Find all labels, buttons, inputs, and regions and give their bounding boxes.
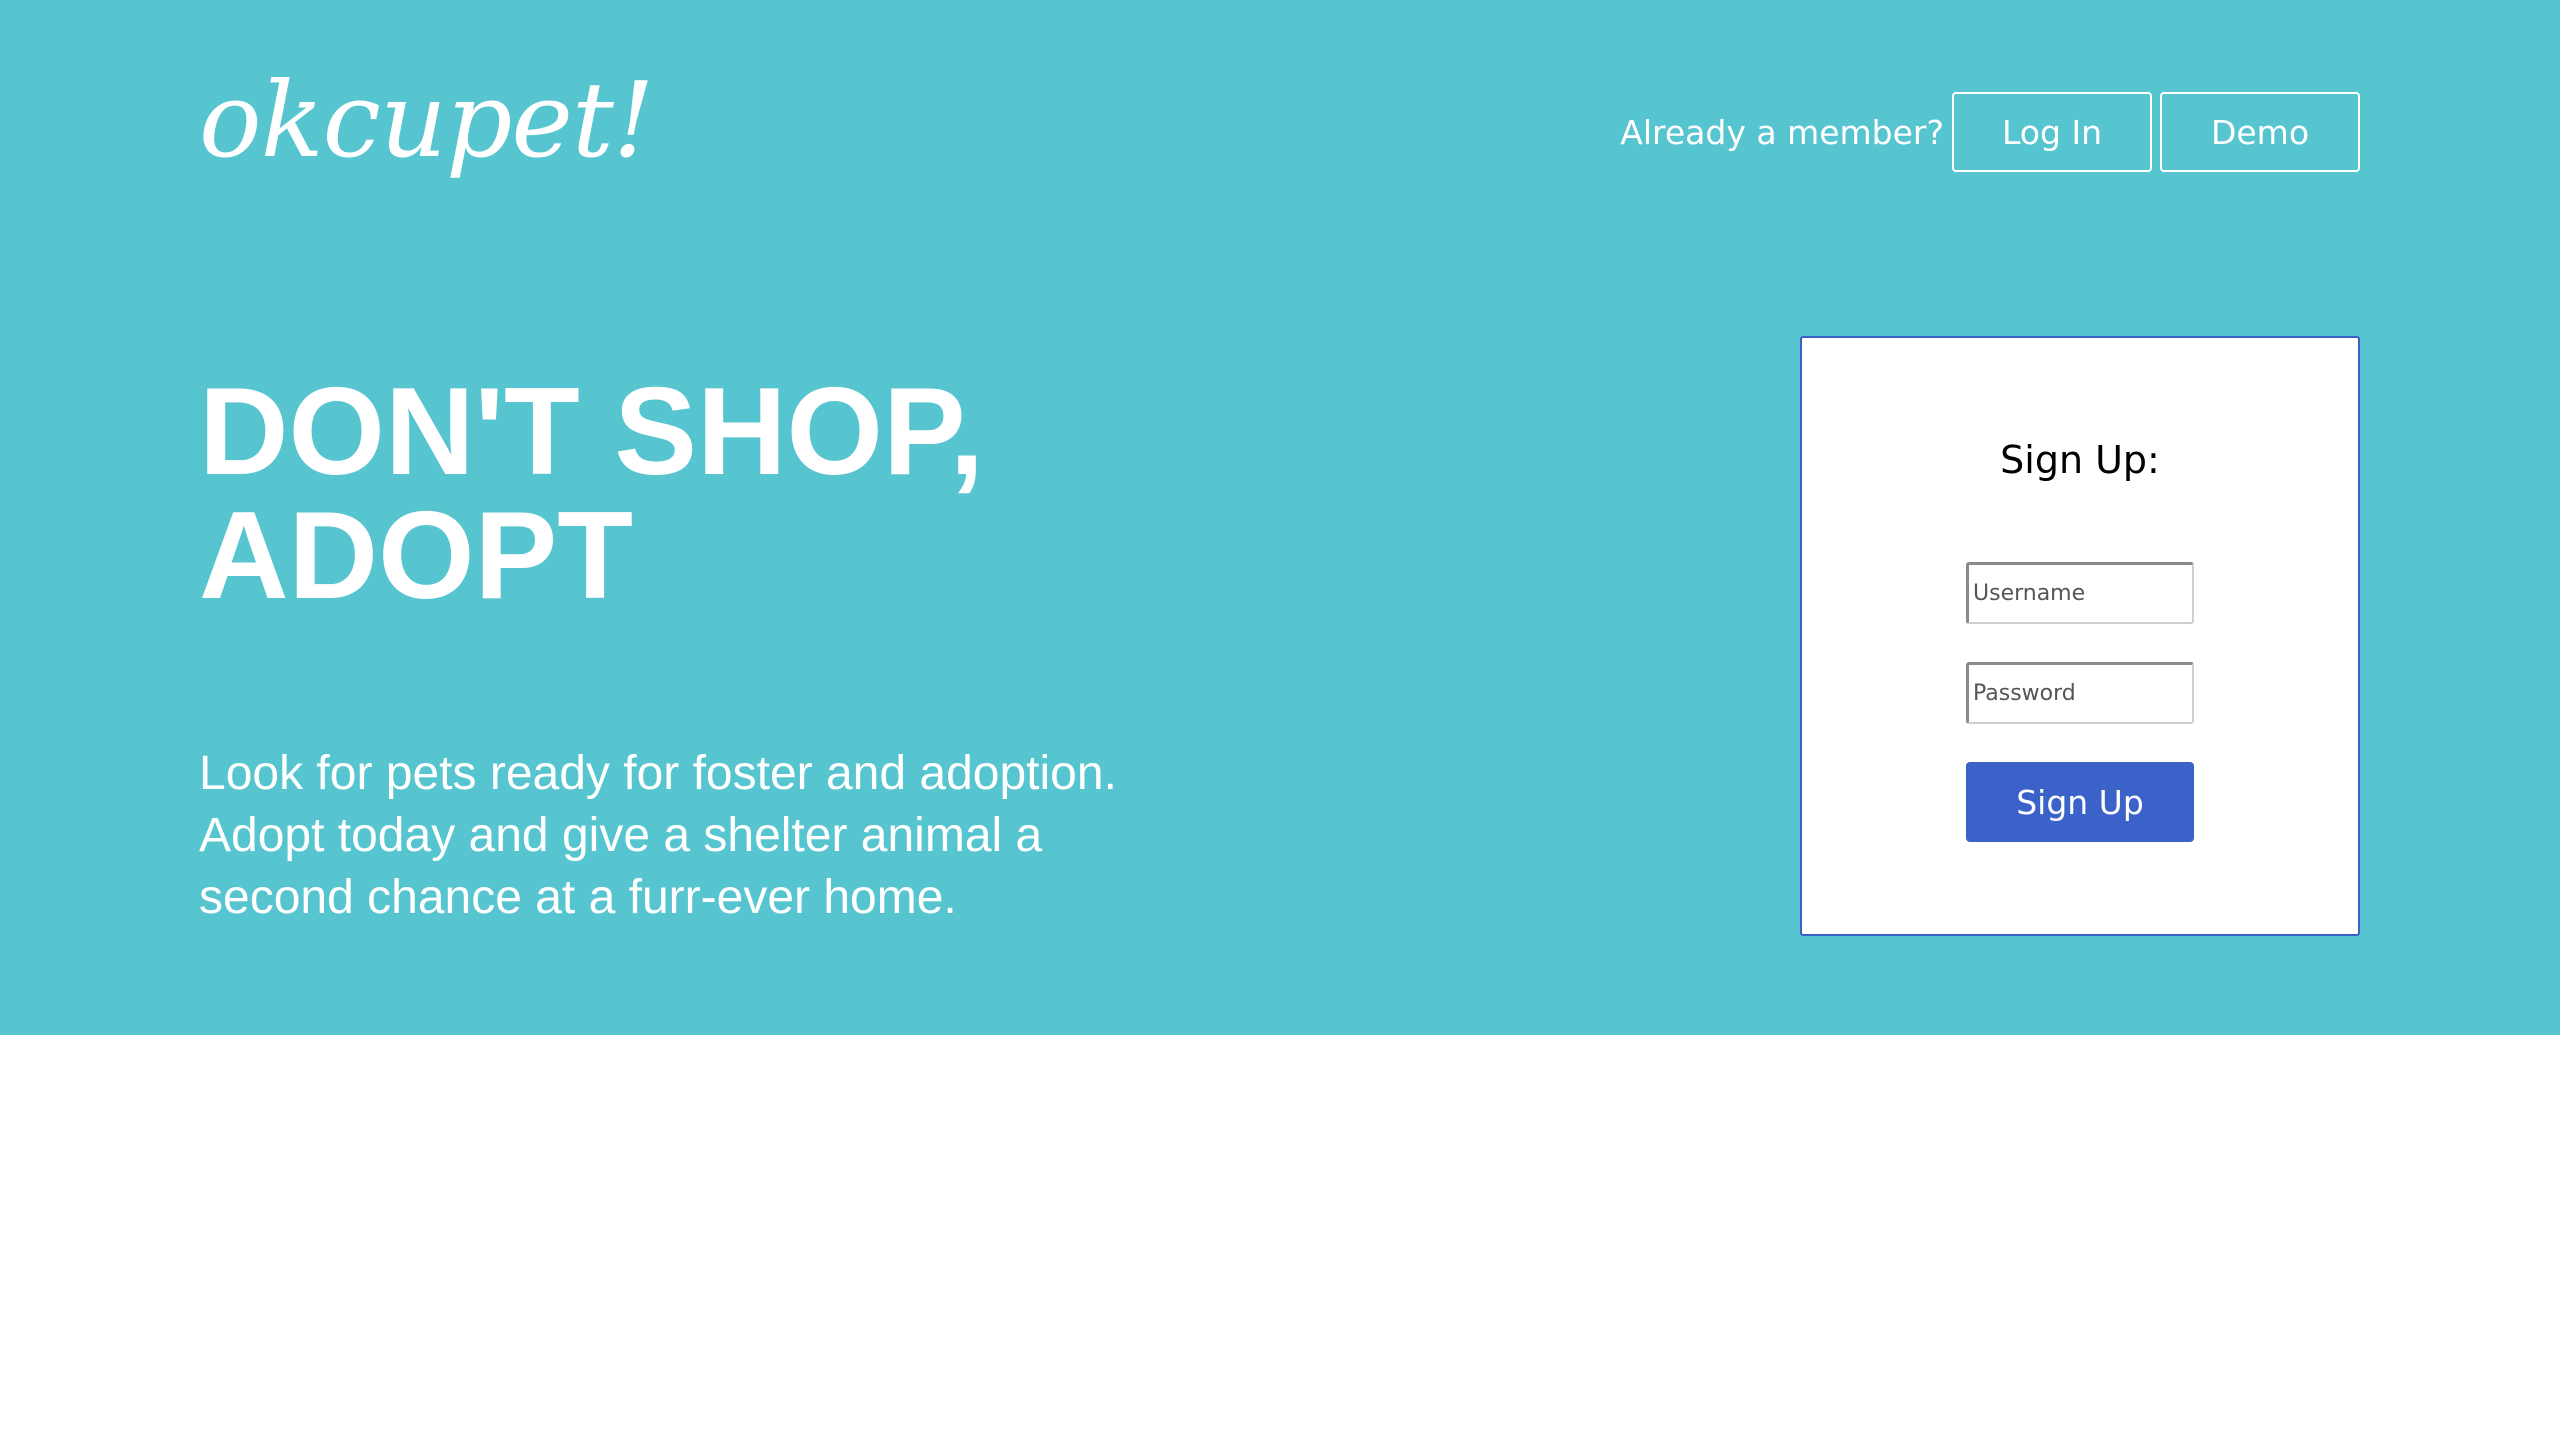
password-input[interactable]: [1966, 662, 2194, 724]
login-button[interactable]: Log In: [1952, 92, 2152, 172]
header-nav: Already a member? Log In Demo: [1620, 92, 2360, 172]
signup-title: Sign Up:: [2000, 438, 2160, 482]
hero-tagline: Look for pets ready for foster and adopt…: [199, 747, 1117, 924]
member-prompt: Already a member?: [1620, 112, 1944, 152]
hero-headline: DON'T SHOP, ADOPT: [199, 370, 1199, 618]
demo-button[interactable]: Demo: [2160, 92, 2360, 172]
hero-section: okcupet! Already a member? Log In Demo D…: [0, 0, 2560, 1035]
signup-button[interactable]: Sign Up: [1966, 762, 2194, 842]
logo[interactable]: okcupet!: [199, 60, 655, 180]
headline-line-1: DON'T SHOP,: [199, 363, 985, 501]
headline-line-2: ADOPT: [199, 487, 633, 625]
signup-card: Sign Up: Sign Up: [1800, 336, 2360, 936]
username-input[interactable]: [1966, 562, 2194, 624]
page-body: [0, 1035, 2560, 1452]
